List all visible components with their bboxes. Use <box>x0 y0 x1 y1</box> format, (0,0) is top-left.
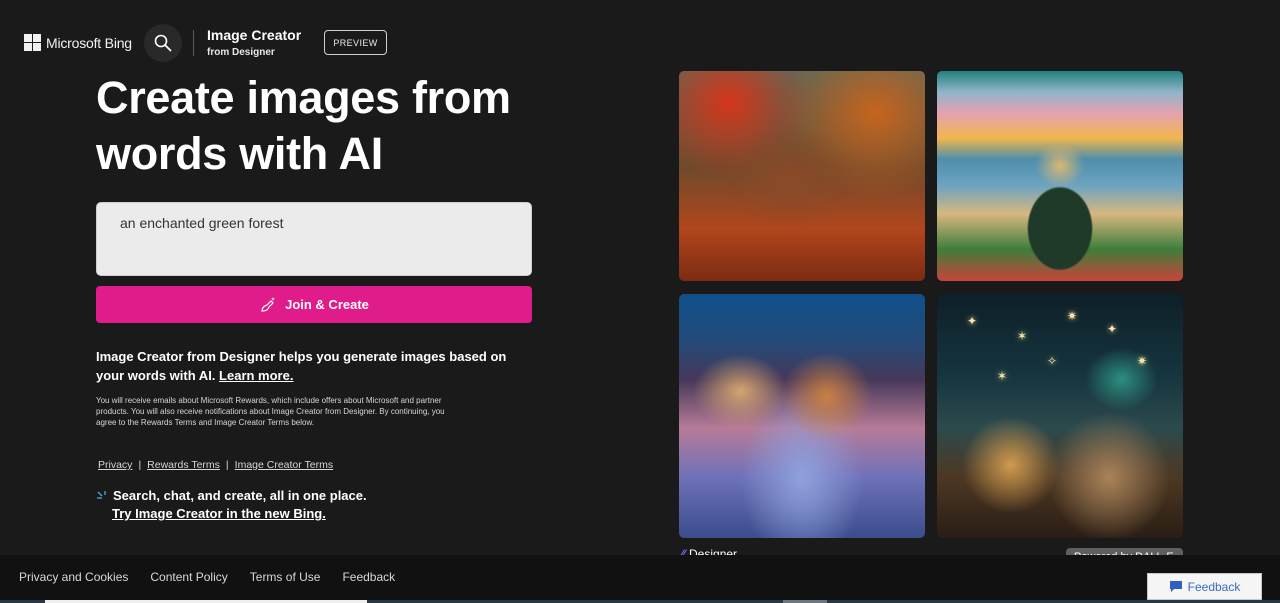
gallery-image[interactable]: ✦ ✶ ✷ ✦ ✧ ✶ ✷ <box>937 294 1183 538</box>
header-divider <box>193 30 194 56</box>
brand-subtitle: from Designer <box>207 47 275 58</box>
page-footer: Privacy and Cookies Content Policy Terms… <box>0 555 1280 600</box>
search-button[interactable] <box>144 24 182 62</box>
star-icon: ✦ <box>967 314 978 328</box>
footer-content-policy-link[interactable]: Content Policy <box>150 570 227 584</box>
image-creator-brand[interactable]: Image Creator from Designer <box>207 27 301 60</box>
rewards-terms-link[interactable]: Rewards Terms <box>147 459 220 471</box>
learn-more-link[interactable]: Learn more. <box>219 368 293 383</box>
separator: | <box>225 459 229 471</box>
bing-chat-sparkle-icon <box>97 490 106 499</box>
footer-privacy-cookies-link[interactable]: Privacy and Cookies <box>19 570 128 584</box>
designer-tag: ⁄⁄ Designer <box>681 547 737 555</box>
chat-bubble-icon <box>1169 580 1182 592</box>
gallery-image[interactable] <box>937 71 1183 281</box>
preview-badge: PREVIEW <box>324 30 387 55</box>
footer-terms-of-use-link[interactable]: Terms of Use <box>250 570 321 584</box>
designer-icon: ⁄⁄ <box>681 547 686 555</box>
feedback-button[interactable]: Feedback <box>1147 573 1262 600</box>
legal-links: Privacy | Rewards Terms | Image Creator … <box>98 459 333 471</box>
logo-text: Microsoft Bing <box>46 34 132 51</box>
new-bing-promo: Search, chat, and create, all in one pla… <box>96 488 367 521</box>
designer-label: Designer <box>689 547 738 555</box>
brush-sparkle-icon <box>261 296 276 312</box>
join-and-create-label: Join & Create <box>285 297 369 312</box>
star-icon: ✷ <box>1137 354 1148 368</box>
join-and-create-button[interactable]: Join & Create <box>96 286 532 323</box>
powered-by-badge: Powered by DALL·E 3 <box>1066 548 1183 555</box>
prompt-box[interactable] <box>96 202 532 276</box>
brand-title: Image Creator <box>207 27 302 43</box>
search-icon <box>154 34 172 52</box>
image-creator-terms-link[interactable]: Image Creator Terms <box>235 459 333 471</box>
separator: | <box>138 459 142 471</box>
description-text: Image Creator from Designer helps you ge… <box>96 349 507 383</box>
footer-links: Privacy and Cookies Content Policy Terms… <box>19 570 395 584</box>
feedback-label: Feedback <box>1187 579 1241 594</box>
star-icon: ✶ <box>997 369 1008 383</box>
star-icon: ✧ <box>1047 354 1058 368</box>
prompt-input[interactable] <box>120 215 508 231</box>
description: Image Creator from Designer helps you ge… <box>96 347 536 385</box>
microsoft-logo-icon <box>24 34 41 51</box>
footer-feedback-link[interactable]: Feedback <box>342 570 395 584</box>
page-title: Create images from words with AI <box>96 72 511 179</box>
try-new-bing-link[interactable]: Try Image Creator in the new Bing. <box>112 506 367 521</box>
gallery-footer: ⁄⁄ Designer Powered by DALL·E 3 <box>679 547 1183 555</box>
star-icon: ✶ <box>1017 329 1028 343</box>
gallery-image[interactable] <box>679 71 925 281</box>
bing-logo[interactable]: Microsoft Bing <box>24 34 132 51</box>
gallery-image[interactable] <box>679 294 925 538</box>
star-icon: ✷ <box>1067 309 1078 323</box>
star-icon: ✦ <box>1107 322 1118 336</box>
privacy-link[interactable]: Privacy <box>98 459 132 471</box>
rewards-disclaimer: You will receive emails about Microsoft … <box>96 396 445 428</box>
promo-text: Search, chat, and create, all in one pla… <box>113 488 367 503</box>
